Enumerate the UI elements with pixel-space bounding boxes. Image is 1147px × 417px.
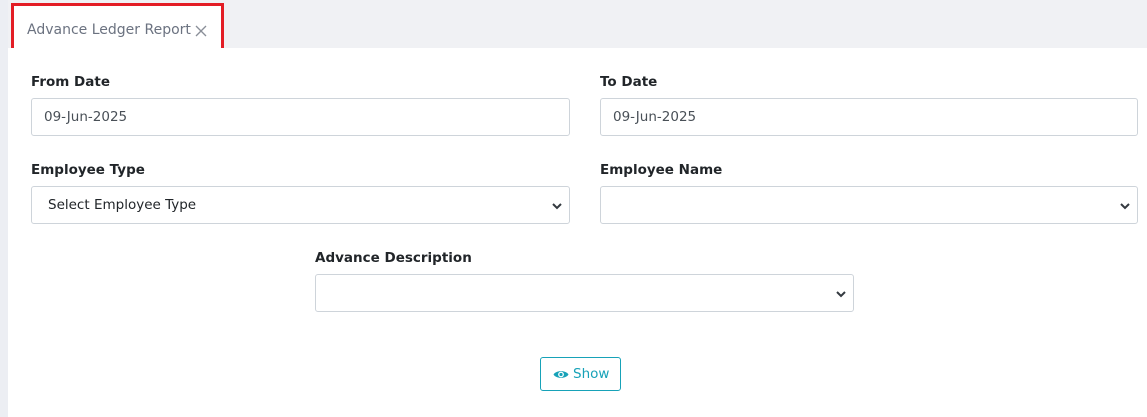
to-date-label: To Date <box>600 74 658 90</box>
advance-description-label: Advance Description <box>315 250 472 266</box>
employee-type-selected: Select Employee Type <box>48 197 197 213</box>
chevron-down-icon <box>836 291 846 298</box>
employee-type-label: Employee Type <box>31 162 145 178</box>
eye-icon <box>553 371 569 378</box>
report-filter-panel: From Date To Date Employee Type Select E… <box>8 48 1147 417</box>
show-button-label: Show <box>573 366 610 382</box>
from-date-input[interactable] <box>31 98 570 136</box>
advance-description-select[interactable] <box>315 274 854 312</box>
chevron-down-icon <box>552 203 562 210</box>
to-date-input[interactable] <box>600 98 1138 136</box>
close-icon[interactable] <box>194 24 208 38</box>
tab-title: Advance Ledger Report <box>27 22 191 38</box>
employee-type-select[interactable]: Select Employee Type <box>31 186 570 224</box>
tab-bar: Advance Ledger Report <box>8 0 1147 56</box>
from-date-label: From Date <box>31 74 110 90</box>
employee-name-select[interactable] <box>600 186 1138 224</box>
show-button[interactable]: Show <box>540 357 621 391</box>
left-strip <box>0 0 8 417</box>
employee-name-label: Employee Name <box>600 162 723 178</box>
chevron-down-icon <box>1120 203 1130 210</box>
